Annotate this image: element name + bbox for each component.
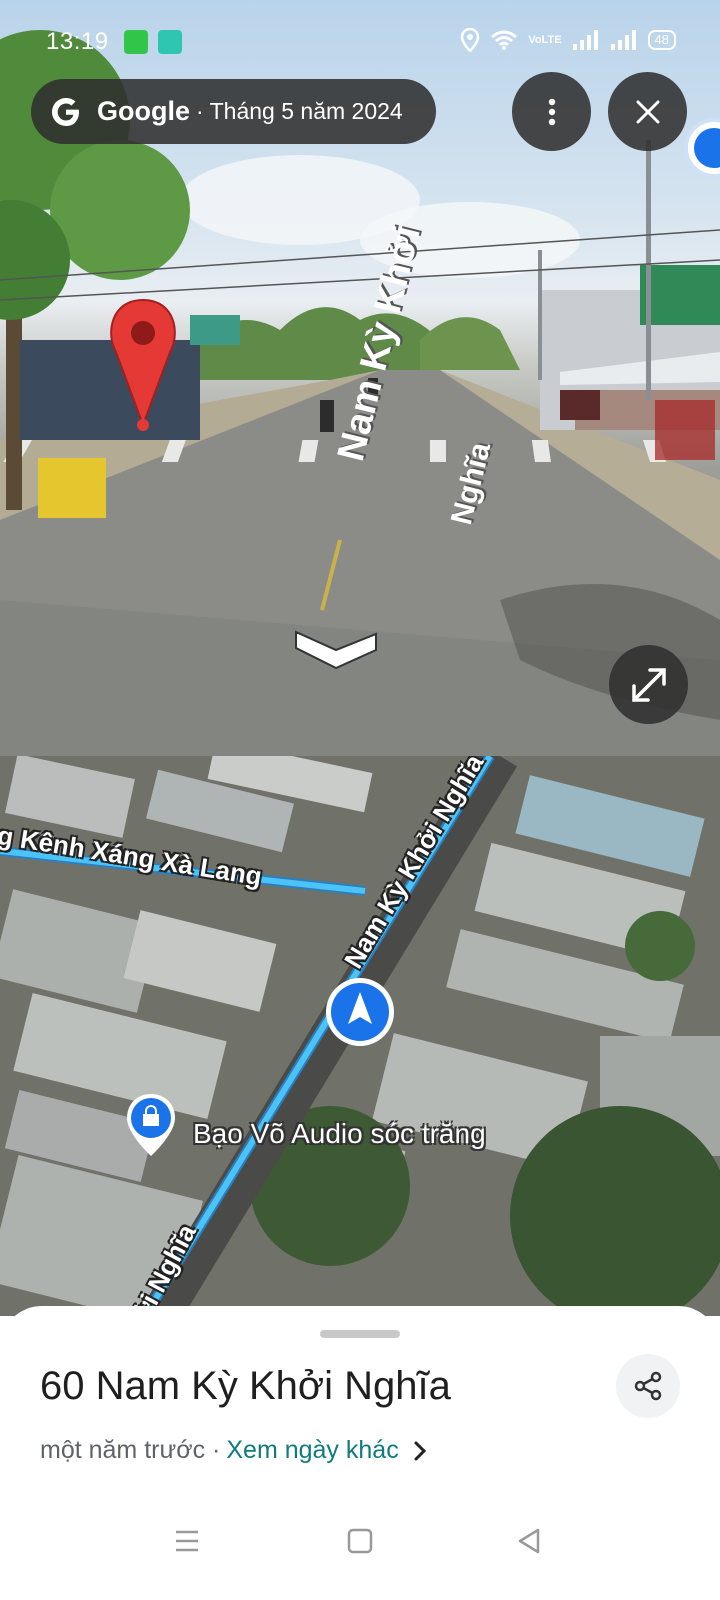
recent-apps-icon[interactable] — [174, 1528, 200, 1554]
current-view-marker-icon — [326, 978, 394, 1046]
shopping-bag-icon — [694, 128, 720, 168]
wifi-icon — [491, 30, 518, 50]
capture-info: một năm trước · Xem ngày khác — [40, 1436, 427, 1465]
location-icon — [461, 28, 480, 52]
more-options-button[interactable] — [512, 72, 591, 151]
status-icons: VoLTE 48 — [460, 28, 676, 52]
more-vert-icon — [548, 98, 555, 125]
signal-icon-2 — [610, 30, 636, 50]
capture-age: một năm trước · — [40, 1436, 221, 1464]
home-icon[interactable] — [347, 1528, 373, 1554]
expand-icon — [631, 667, 666, 702]
notification-app-icon — [124, 30, 148, 54]
close-button[interactable] — [608, 72, 687, 151]
satellite-minimap[interactable]: g Kênh Xáng Xà Lang Nam Kỳ Khởi Nghĩa ởi… — [0, 756, 720, 1316]
place-bottom-sheet[interactable]: 60 Nam Kỳ Khởi Nghĩa một năm trước · Xem… — [0, 1306, 720, 1600]
share-icon — [634, 1371, 662, 1401]
street-view-panorama[interactable]: Nam Kỳ Khởi Nghĩa 13:19 VoLTE 48 Google … — [0, 0, 720, 756]
google-g-icon — [52, 97, 79, 126]
status-bar: 13:19 VoLTE 48 — [0, 0, 720, 82]
poi-label[interactable]: Bạo Võ Audio sóc trăng — [193, 1118, 486, 1150]
see-other-dates-link[interactable]: Xem ngày khác — [226, 1436, 398, 1465]
shopping-place-pin-icon[interactable] — [123, 1092, 179, 1158]
close-icon — [636, 100, 659, 123]
capture-date: · Tháng 5 năm 2024 — [196, 98, 403, 124]
clock: 13:19 — [46, 28, 109, 55]
imagery-source-pill[interactable]: Google · Tháng 5 năm 2024 — [31, 79, 436, 144]
signal-icon — [572, 30, 598, 50]
notification-chat-icon — [158, 30, 182, 54]
network-type: VoLTE — [528, 34, 562, 46]
back-icon[interactable] — [516, 1528, 542, 1554]
chevron-right-icon[interactable] — [413, 1440, 427, 1462]
drag-handle[interactable] — [320, 1330, 400, 1338]
battery-level: 48 — [647, 30, 676, 50]
system-nav-bar — [0, 1500, 720, 1600]
fullscreen-button[interactable] — [609, 645, 688, 724]
brand-label: Google — [97, 96, 190, 126]
share-button[interactable] — [616, 1354, 680, 1418]
place-title: 60 Nam Kỳ Khởi Nghĩa — [40, 1364, 451, 1408]
